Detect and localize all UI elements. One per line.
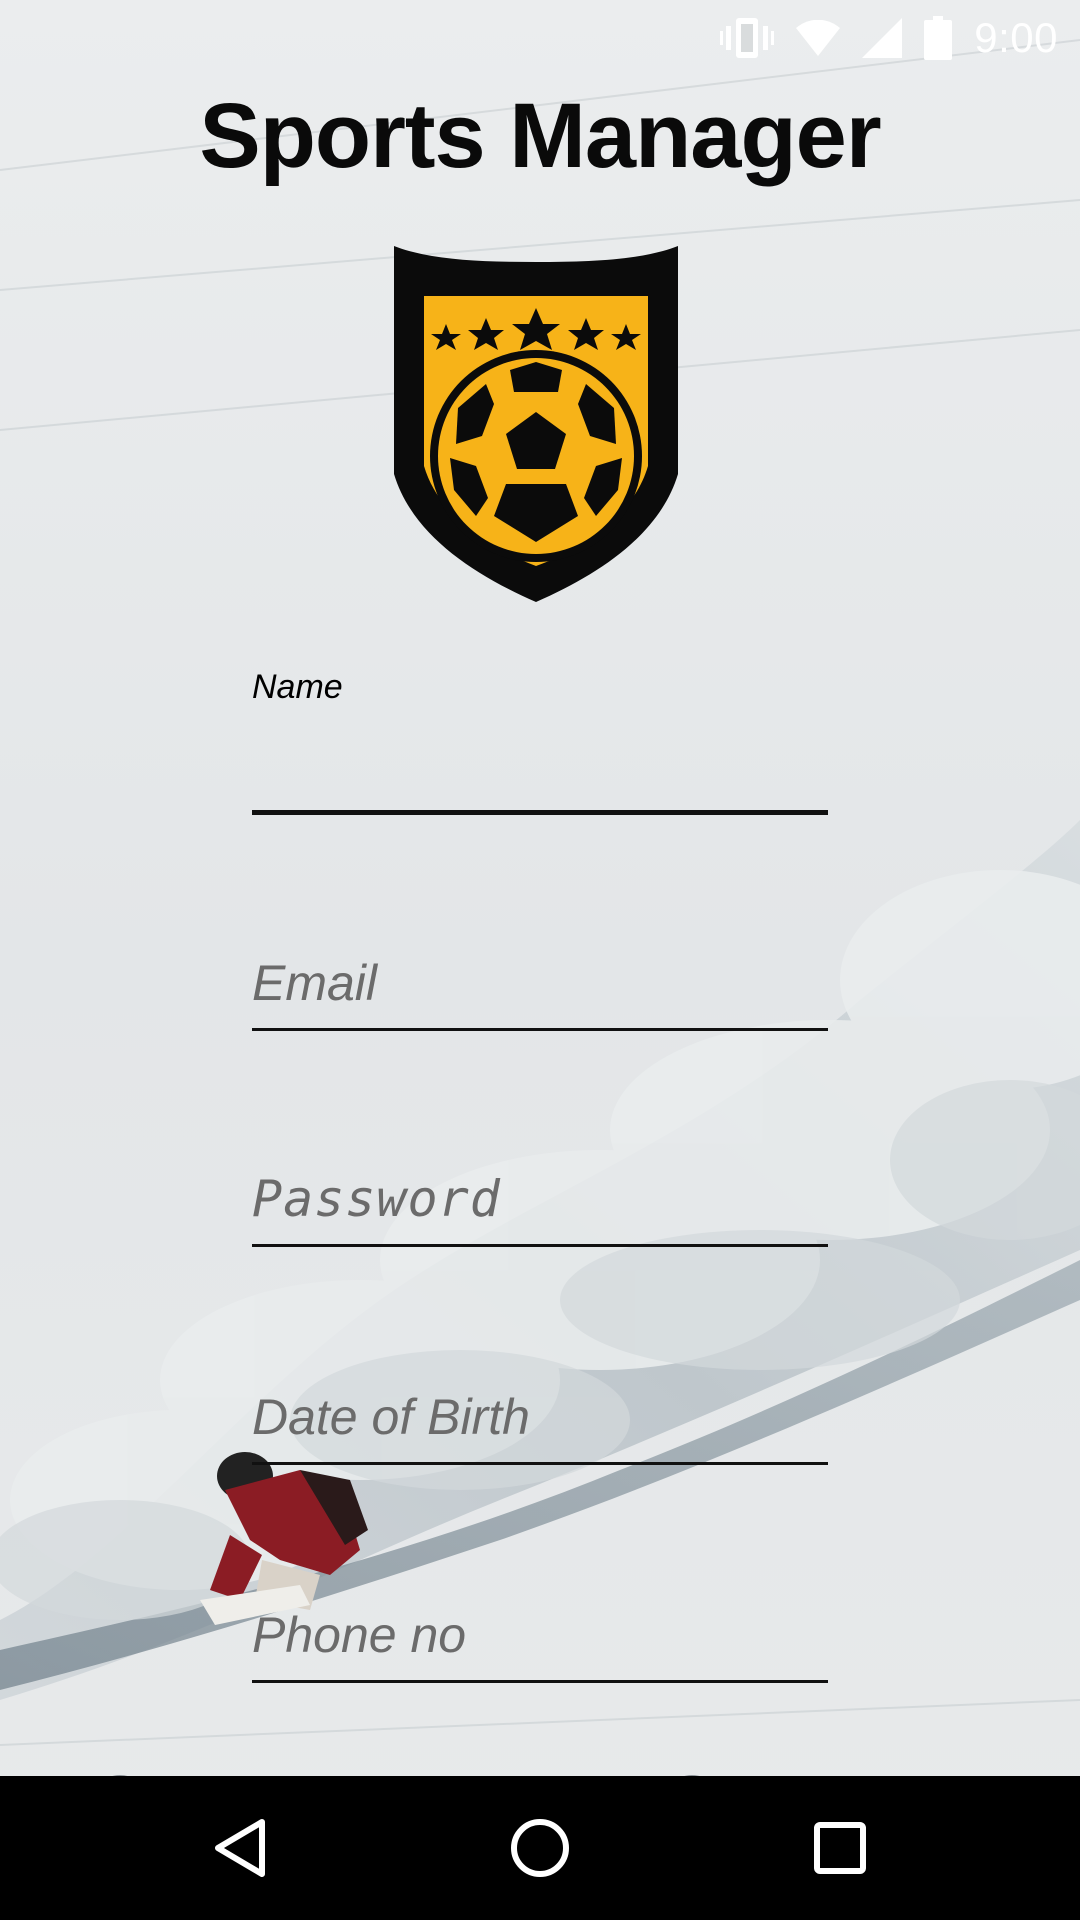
navigation-bar [0, 1776, 1080, 1920]
dob-field-underline [252, 1462, 828, 1465]
back-button[interactable] [160, 1776, 320, 1920]
phone-field-underline [252, 1680, 828, 1683]
status-time: 9:00 [974, 14, 1058, 61]
phone-field [252, 1600, 828, 1683]
name-input[interactable] [252, 728, 828, 798]
battery-icon [924, 16, 953, 60]
status-icons: 9:00 [720, 14, 1058, 62]
vibrate-icon [720, 16, 775, 60]
wifi-icon [796, 20, 841, 56]
app-title: Sports Manager [199, 85, 881, 187]
status-bar: 9:00 [0, 0, 1080, 72]
email-field [252, 948, 828, 1031]
home-icon [511, 1819, 569, 1877]
password-field [252, 1164, 828, 1247]
back-icon [215, 1819, 265, 1877]
dob-field [252, 1382, 828, 1465]
cell-signal-icon [862, 18, 903, 58]
name-field-label: Name [252, 668, 343, 706]
email-input[interactable] [252, 948, 828, 1018]
password-field-underline [252, 1244, 828, 1247]
phone-input[interactable] [252, 1600, 828, 1670]
email-field-underline [252, 1028, 828, 1031]
dob-input[interactable] [252, 1382, 828, 1452]
name-field-underline [252, 810, 828, 815]
team-logo [394, 246, 678, 602]
screen: 9:00 Sports Manager Name Email Date of B… [0, 0, 1080, 1920]
recents-button[interactable] [760, 1776, 920, 1920]
recents-icon [814, 1822, 866, 1874]
name-field: Name [252, 668, 828, 818]
password-input[interactable] [252, 1164, 828, 1234]
home-button[interactable] [460, 1776, 620, 1920]
